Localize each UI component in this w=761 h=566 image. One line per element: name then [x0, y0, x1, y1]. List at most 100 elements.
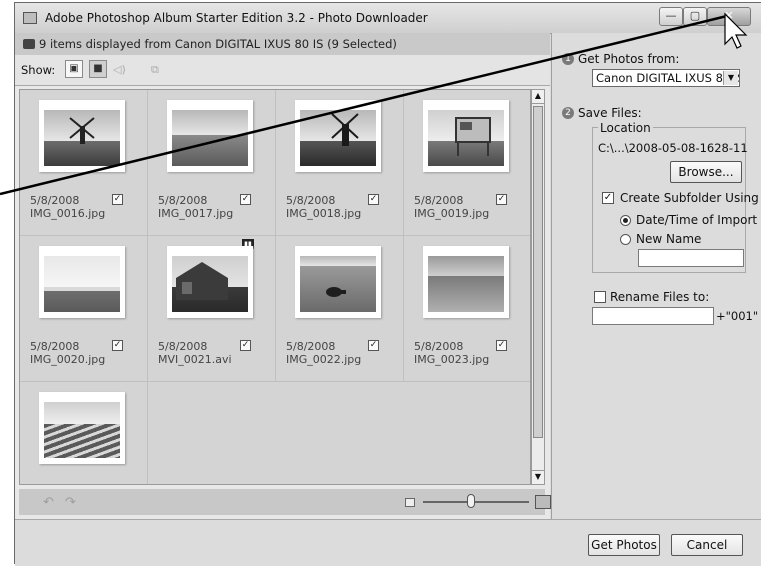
create-subfolder-label: Create Subfolder Using: [620, 191, 759, 205]
sign-board-image: [455, 117, 491, 156]
show-toolbar: Show: ▣ ■ ◁) ⧉: [15, 55, 550, 86]
location-label: Location: [598, 121, 653, 135]
cancel-button[interactable]: Cancel: [671, 534, 743, 556]
thumbnail-item[interactable]: 5/8/2008 IMG_0023.jpg ✓: [404, 236, 530, 382]
step-one-icon: 1: [562, 53, 574, 65]
photo-date: 5/8/2008: [414, 194, 464, 207]
scroll-down-icon[interactable]: ▼: [532, 470, 544, 484]
dialog-footer: Get Photos Cancel: [15, 519, 761, 566]
photo-date: 5/8/2008: [286, 340, 336, 353]
thumbnail-item[interactable]: 5/8/2008 IMG_0019.jpg ✓: [404, 90, 530, 236]
photo-select-checkbox[interactable]: ✓: [496, 340, 507, 351]
photo-select-checkbox[interactable]: ✓: [496, 194, 507, 205]
grid-scrollbar[interactable]: ▲ ▼: [531, 89, 545, 485]
view-toolbar: ↶ ↷: [19, 489, 551, 515]
photo-thumbnail[interactable]: [423, 100, 509, 172]
show-duplicates-icon[interactable]: ⧉: [151, 63, 159, 77]
options-panel: 1 Get Photos from: Canon DIGITAL IXUS 80…: [551, 33, 761, 519]
location-path: C:\...\2008-05-08-1628-11: [598, 141, 748, 155]
video-date: 5/8/2008: [158, 340, 208, 353]
rename-files-field[interactable]: [592, 307, 714, 325]
photo-date: 5/8/2008: [30, 340, 80, 353]
thumbnail-item[interactable]: 5/8/2008 IMG_0020.jpg ✓: [20, 236, 148, 382]
save-files-label: Save Files:: [578, 106, 642, 120]
zoom-in-icon[interactable]: [535, 495, 551, 509]
photo-filename: IMG_0018.jpg: [286, 207, 362, 220]
new-name-field[interactable]: [638, 249, 744, 267]
photo-filename: IMG_0023.jpg: [414, 353, 490, 366]
create-subfolder-checkbox[interactable]: ✓: [602, 192, 614, 204]
get-photos-from-label: Get Photos from:: [578, 52, 680, 66]
thumbnail-item[interactable]: 5/8/2008 IMG_0017.jpg ✓: [148, 90, 276, 236]
photo-thumbnail[interactable]: [423, 246, 509, 318]
photo-filename: IMG_0022.jpg: [286, 353, 362, 366]
thumbnail-item[interactable]: ✓: [20, 382, 148, 484]
show-label: Show:: [21, 63, 56, 77]
photo-date: 5/8/2008: [158, 194, 208, 207]
title-bar[interactable]: Adobe Photoshop Album Starter Edition 3.…: [15, 3, 761, 34]
photo-select-checkbox[interactable]: ✓: [112, 340, 123, 351]
photo-thumbnail[interactable]: [39, 246, 125, 318]
video-thumbnail[interactable]: [167, 246, 253, 318]
step-two-icon: 2: [562, 107, 574, 119]
photo-downloader-window: Adobe Photoshop Album Starter Edition 3.…: [14, 2, 761, 566]
date-time-radio[interactable]: [620, 215, 631, 226]
items-count-text: 9 items displayed from Canon DIGITAL IXU…: [39, 37, 397, 51]
get-photos-button[interactable]: Get Photos: [588, 534, 660, 556]
close-button[interactable]: ✕: [707, 7, 751, 26]
info-bar: 9 items displayed from Canon DIGITAL IXU…: [15, 33, 550, 56]
windmill-image: [331, 113, 359, 146]
zoom-slider-handle[interactable]: [467, 494, 475, 508]
minimize-button[interactable]: —: [659, 7, 683, 26]
thumbnail-grid: 5/8/2008 IMG_0016.jpg ✓ 5/8/2008 IMG_001…: [19, 89, 531, 485]
photo-thumbnail[interactable]: [167, 100, 253, 172]
new-name-label: New Name: [636, 232, 702, 246]
photo-select-checkbox[interactable]: ✓: [240, 194, 251, 205]
show-videos-toggle[interactable]: ■: [89, 60, 107, 78]
photo-filename: IMG_0020.jpg: [30, 353, 106, 366]
thumbnail-item[interactable]: 5/8/2008 IMG_0022.jpg ✓: [276, 236, 404, 382]
show-photos-toggle[interactable]: ▣: [65, 60, 83, 78]
new-name-radio[interactable]: [620, 234, 631, 245]
windmill-image: [69, 117, 95, 144]
zoom-slider-track[interactable]: [423, 501, 529, 503]
photo-thumbnail[interactable]: [39, 392, 125, 464]
photo-date: 5/8/2008: [414, 340, 464, 353]
rotate-right-icon[interactable]: ↷: [65, 495, 76, 510]
photo-thumbnail[interactable]: [295, 246, 381, 318]
source-device-select[interactable]: Canon DIGITAL IXUS 80 IS ▼: [592, 69, 740, 87]
video-filename: MVI_0021.avi: [158, 353, 232, 366]
app-icon: [23, 12, 37, 24]
photo-date: 5/8/2008: [30, 194, 80, 207]
barn-image: [176, 262, 228, 300]
thumbnail-item[interactable]: 5/8/2008 IMG_0016.jpg ✓: [20, 90, 148, 236]
horse-image: [326, 287, 346, 297]
rename-files-checkbox[interactable]: [594, 291, 606, 303]
video-select-checkbox[interactable]: ✓: [240, 340, 251, 351]
photo-filename: IMG_0017.jpg: [158, 207, 234, 220]
show-audio-icon[interactable]: ◁): [113, 63, 126, 76]
zoom-out-icon[interactable]: [405, 498, 415, 507]
photo-select-checkbox[interactable]: ✓: [112, 194, 123, 205]
photo-filename: IMG_0016.jpg: [30, 207, 106, 220]
window-title: Adobe Photoshop Album Starter Edition 3.…: [45, 11, 428, 25]
photo-thumbnail[interactable]: [39, 100, 125, 172]
camera-icon: [23, 39, 35, 49]
browse-button[interactable]: Browse...: [670, 161, 742, 183]
photo-filename: IMG_0019.jpg: [414, 207, 490, 220]
rotate-left-icon[interactable]: ↶: [43, 495, 54, 510]
thumbnail-item[interactable]: ▮▮ 5/8/2008 MVI_0021.avi ✓: [148, 236, 276, 382]
photo-thumbnail[interactable]: [295, 100, 381, 172]
rename-files-label: Rename Files to:: [610, 290, 710, 304]
maximize-button[interactable]: ▢: [683, 7, 707, 26]
source-device-value: Canon DIGITAL IXUS 80 IS: [596, 71, 740, 85]
chevron-down-icon[interactable]: ▼: [723, 71, 738, 85]
scroll-thumb[interactable]: [533, 106, 543, 438]
photo-select-checkbox[interactable]: ✓: [368, 194, 379, 205]
date-time-label: Date/Time of Import: [636, 213, 758, 227]
photo-browser-panel: 9 items displayed from Canon DIGITAL IXU…: [15, 33, 551, 519]
thumbnail-item[interactable]: 5/8/2008 IMG_0018.jpg ✓: [276, 90, 404, 236]
scroll-up-icon[interactable]: ▲: [532, 90, 544, 104]
rename-suffix: +"001": [716, 309, 759, 323]
photo-select-checkbox[interactable]: ✓: [368, 340, 379, 351]
